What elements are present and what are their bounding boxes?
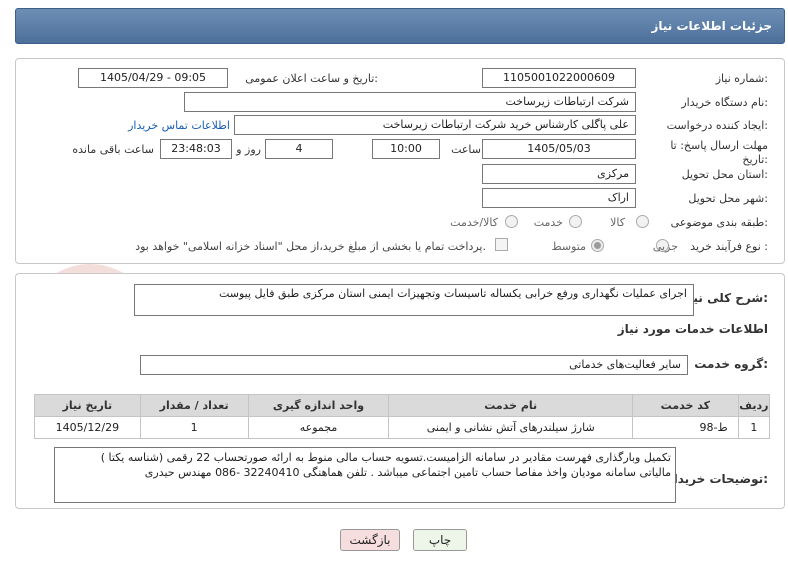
days-label: روز و <box>236 143 261 156</box>
buyer-notes-line: تکمیل وبارگذاری فهرست مقادیر در سامانه ا… <box>100 451 671 464</box>
process-type-label: نوع فرآیند خرید : <box>690 240 768 253</box>
column-header: تعداد / مقدار <box>139 394 249 417</box>
table-cell: مجموعه <box>247 416 390 439</box>
process-medium-radio[interactable] <box>591 239 604 252</box>
buyer-contact-link[interactable]: اطلاعات تماس خریدار <box>128 119 230 132</box>
deadline-date-field: 1405/05/03 <box>482 139 636 159</box>
category-goods-label: کالا <box>610 216 625 229</box>
print-button[interactable]: چاپ <box>413 529 467 551</box>
category-both-radio[interactable] <box>505 215 518 228</box>
description-field: اجرای عملیات نگهداری ورفع خرابی یکساله ت… <box>134 284 694 316</box>
table-cell: 1405/12/29 <box>34 416 141 439</box>
category-service-radio[interactable] <box>569 215 582 228</box>
city-field: اراک <box>482 188 636 208</box>
creator-label: ایجاد کننده درخواست: <box>666 119 768 132</box>
creator-field: علی پاگلی کارشناس خرید شرکت ارتباطات زیر… <box>234 115 636 135</box>
category-label: طبقه بندی موضوعی: <box>670 216 768 229</box>
table-cell: ط-98 <box>631 416 739 439</box>
process-minor-label: جزیی <box>652 240 678 253</box>
service-group-field: سایر فعالیت‌های خدماتی <box>140 355 688 375</box>
province-label: استان محل تحویل: <box>681 168 768 181</box>
treasury-payment-checkbox[interactable] <box>495 238 508 251</box>
page-title: جزئیات اطلاعات نیاز <box>651 19 772 33</box>
days-remaining-field: 4 <box>265 139 333 159</box>
table-cell: 1 <box>737 416 771 439</box>
remaining-time-label: ساعت باقی مانده <box>72 143 154 156</box>
table-row: 1 ط-98 شارژ سیلندرهای آتش نشانی و ایمنی … <box>34 416 771 439</box>
deadline-time-field: 10:00 <box>372 139 440 159</box>
deadline-time-label: ساعت <box>451 143 481 156</box>
buyer-org-field: شرکت ارتباطات زیرساخت <box>184 92 636 112</box>
buyer-notes-line: مالیاتی سامانه مودیان واخذ مفاصا حساب تا… <box>144 466 671 479</box>
table-cell: 1 <box>139 416 249 439</box>
category-service-label: خدمت <box>533 216 563 229</box>
need-number-label: شماره نیاز: <box>715 72 768 85</box>
announce-date-label: تاریخ و ساعت اعلان عمومی: <box>245 72 378 85</box>
column-header: کد خدمت <box>631 394 739 417</box>
table-header-row: ردیف کد خدمت نام خدمت واحد اندازه گیری ت… <box>34 394 771 417</box>
deadline-label: مهلت ارسال پاسخ: تا تاریخ: <box>670 139 768 166</box>
column-header: ردیف <box>737 394 771 417</box>
process-medium-label: متوسط <box>551 240 586 253</box>
service-group-label: گروه خدمت: <box>694 357 768 371</box>
need-number-field: 1105001022000609 <box>482 68 636 88</box>
panel-header: جزئیات اطلاعات نیاز <box>15 8 785 44</box>
services-section-title: اطلاعات خدمات مورد نیاز <box>617 322 768 336</box>
services-table: ردیف کد خدمت نام خدمت واحد اندازه گیری ت… <box>34 394 771 439</box>
back-button[interactable]: بازگشت <box>340 529 400 551</box>
announce-date-field: 1405/04/29 - 09:05 <box>78 68 228 88</box>
column-header: نام خدمت <box>388 394 633 417</box>
column-header: واحد اندازه گیری <box>247 394 390 417</box>
category-goods-radio[interactable] <box>636 215 649 228</box>
category-both-label: کالا/خدمت <box>450 216 498 229</box>
city-label: شهر محل تحویل: <box>688 192 768 205</box>
description-label: شرح کلی نیاز: <box>682 291 768 305</box>
treasury-payment-note: پرداخت تمام یا بخشی از مبلغ خرید،از محل … <box>135 240 486 253</box>
remaining-time-field: 23:48:03 <box>160 139 232 159</box>
buyer-org-label: نام دستگاه خریدار: <box>681 96 768 109</box>
buyer-notes-field: تکمیل وبارگذاری فهرست مقادیر در سامانه ا… <box>54 447 676 503</box>
table-cell: شارژ سیلندرهای آتش نشانی و ایمنی <box>388 416 633 439</box>
buyer-notes-label: توضیحات خریدار: <box>666 472 768 486</box>
column-header: تاریخ نیاز <box>34 394 141 417</box>
province-field: مرکزی <box>482 164 636 184</box>
